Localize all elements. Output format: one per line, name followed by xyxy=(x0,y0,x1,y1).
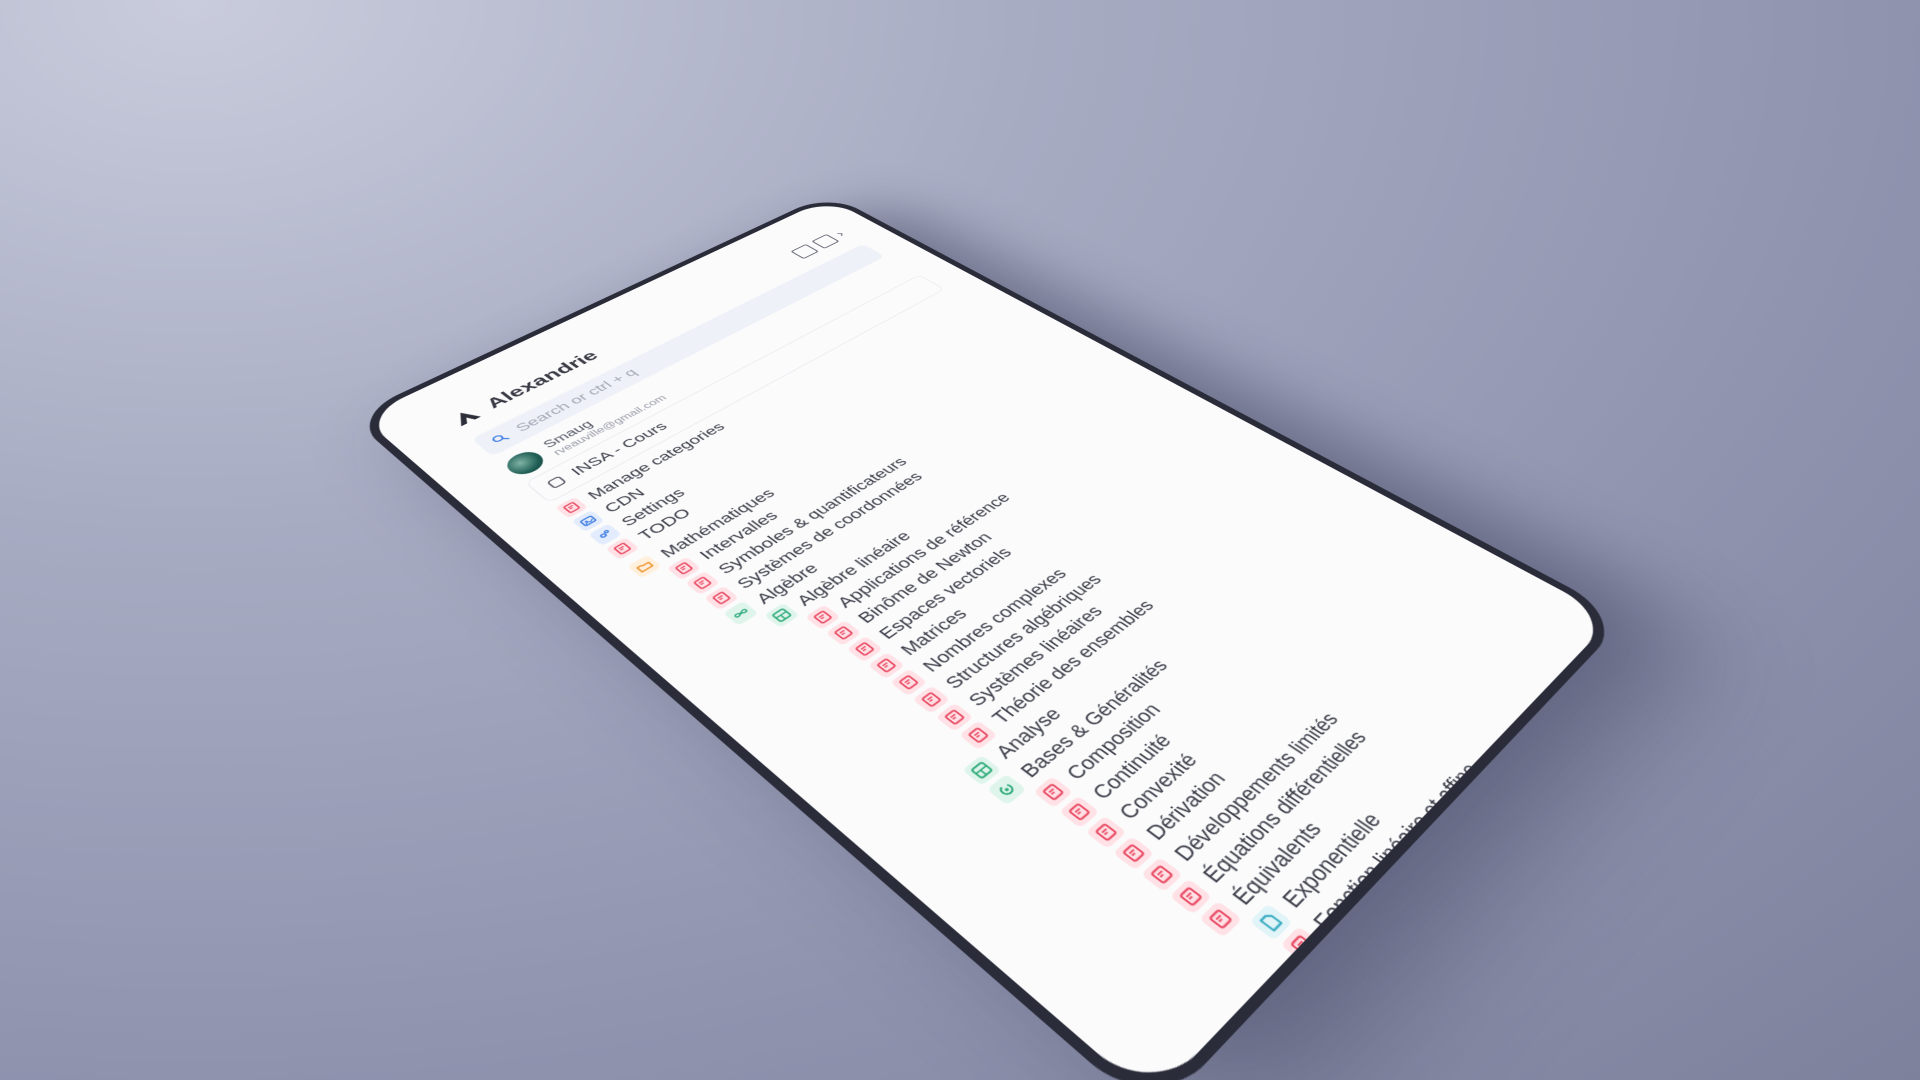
window-icon[interactable] xyxy=(811,234,840,249)
grid-icon xyxy=(1344,973,1390,1014)
tree-item-label: Intégration xyxy=(1371,889,1465,984)
phone-device: Alexandrie › Smaug rveauville@gmai xyxy=(349,193,1627,1080)
app-logo-icon xyxy=(444,404,487,430)
search-icon xyxy=(487,431,512,447)
mockup-stage: Alexandrie › Smaug rveauville@gmai xyxy=(0,0,1920,1080)
document-icon[interactable] xyxy=(790,243,820,260)
workspace-icon xyxy=(543,474,570,492)
sidebar: Alexandrie › Smaug rveauville@gmai xyxy=(440,226,1613,1080)
chevron-right-icon[interactable]: › xyxy=(832,229,850,238)
phone-screen: Alexandrie › Smaug rveauville@gmai xyxy=(361,198,1614,1080)
note-icon xyxy=(1280,926,1325,965)
note-icon xyxy=(1312,949,1357,989)
